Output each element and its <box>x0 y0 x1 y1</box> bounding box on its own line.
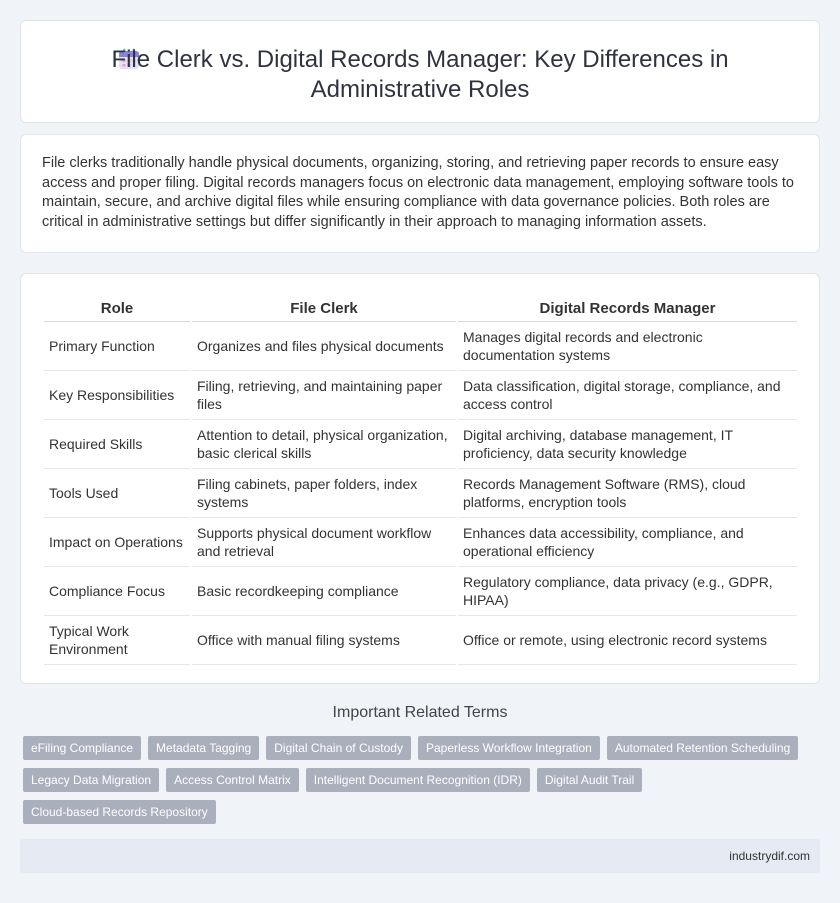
table-row: Compliance Focus Basic recordkeeping com… <box>44 567 797 616</box>
digital-manager-cell: Manages digital records and electronic d… <box>458 322 797 371</box>
digital-manager-cell: Regulatory compliance, data privacy (e.g… <box>458 567 797 616</box>
related-term-tag[interactable]: eFiling Compliance <box>23 736 142 760</box>
related-term-tag[interactable]: Cloud-based Records Repository <box>23 800 216 824</box>
digital-manager-cell: Records Management Software (RMS), cloud… <box>458 469 797 518</box>
related-terms-title: Important Related Terms <box>332 704 508 721</box>
row-label: Required Skills <box>44 420 190 469</box>
related-term-tag[interactable]: Legacy Data Migration <box>23 768 160 792</box>
related-term-tag[interactable]: Paperless Workflow Integration <box>417 736 600 760</box>
row-label: Typical Work Environment <box>44 616 190 665</box>
table-header-row: Role File Clerk Digital Records Manager <box>44 296 797 322</box>
intro-paragraph: File clerks traditionally handle physica… <box>42 155 794 230</box>
digital-manager-cell: Enhances data accessibility, compliance,… <box>458 518 797 567</box>
row-label: Tools Used <box>44 469 190 518</box>
page-title: File Clerk vs. Digital Records Manager: … <box>111 46 729 103</box>
table-row: Primary Function Organizes and files phy… <box>44 322 797 371</box>
file-clerk-cell: Attention to detail, physical organizati… <box>192 420 456 469</box>
header-digital-records-manager: Digital Records Manager <box>458 296 797 322</box>
row-label: Impact on Operations <box>44 518 190 567</box>
table-row: Typical Work Environment Office with man… <box>44 616 797 665</box>
comparison-table: Role File Clerk Digital Records Manager … <box>42 296 799 665</box>
table-row: Tools Used Filing cabinets, paper folder… <box>44 469 797 518</box>
digital-manager-cell: Digital archiving, database management, … <box>458 420 797 469</box>
title-card: File Clerk vs. Digital Records Manager: … <box>20 20 820 123</box>
digital-manager-cell: Office or remote, using electronic recor… <box>458 616 797 665</box>
related-term-tag[interactable]: Automated Retention Scheduling <box>606 736 799 760</box>
file-clerk-cell: Office with manual filing systems <box>192 616 456 665</box>
file-clerk-cell: Basic recordkeeping compliance <box>192 567 456 616</box>
related-term-tag[interactable]: Digital Chain of Custody <box>266 736 411 760</box>
file-clerk-cell: Filing, retrieving, and maintaining pape… <box>192 371 456 420</box>
table-row: Key Responsibilities Filing, retrieving,… <box>44 371 797 420</box>
table-row: Required Skills Attention to detail, phy… <box>44 420 797 469</box>
row-label: Key Responsibilities <box>44 371 190 420</box>
footer-bar: industrydif.com <box>20 839 820 873</box>
file-clerk-cell: Filing cabinets, paper folders, index sy… <box>192 469 456 518</box>
intro-card: File clerks traditionally handle physica… <box>20 134 820 253</box>
related-terms-list: eFiling Compliance Metadata Tagging Digi… <box>23 736 803 824</box>
row-label: Primary Function <box>44 322 190 371</box>
header-file-clerk: File Clerk <box>192 296 456 322</box>
header-role: Role <box>44 296 190 322</box>
related-term-tag[interactable]: Digital Audit Trail <box>536 768 643 792</box>
related-term-tag[interactable]: Access Control Matrix <box>166 768 299 792</box>
file-clerk-cell: Supports physical document workflow and … <box>192 518 456 567</box>
file-clerk-cell: Organizes and files physical documents <box>192 322 456 371</box>
row-label: Compliance Focus <box>44 567 190 616</box>
related-term-tag[interactable]: Intelligent Document Recognition (IDR) <box>305 768 530 792</box>
related-term-tag[interactable]: Metadata Tagging <box>148 736 260 760</box>
table-row: Impact on Operations Supports physical d… <box>44 518 797 567</box>
footer-site-link[interactable]: industrydif.com <box>729 849 810 863</box>
comparison-card: Role File Clerk Digital Records Manager … <box>20 273 820 684</box>
digital-manager-cell: Data classification, digital storage, co… <box>458 371 797 420</box>
